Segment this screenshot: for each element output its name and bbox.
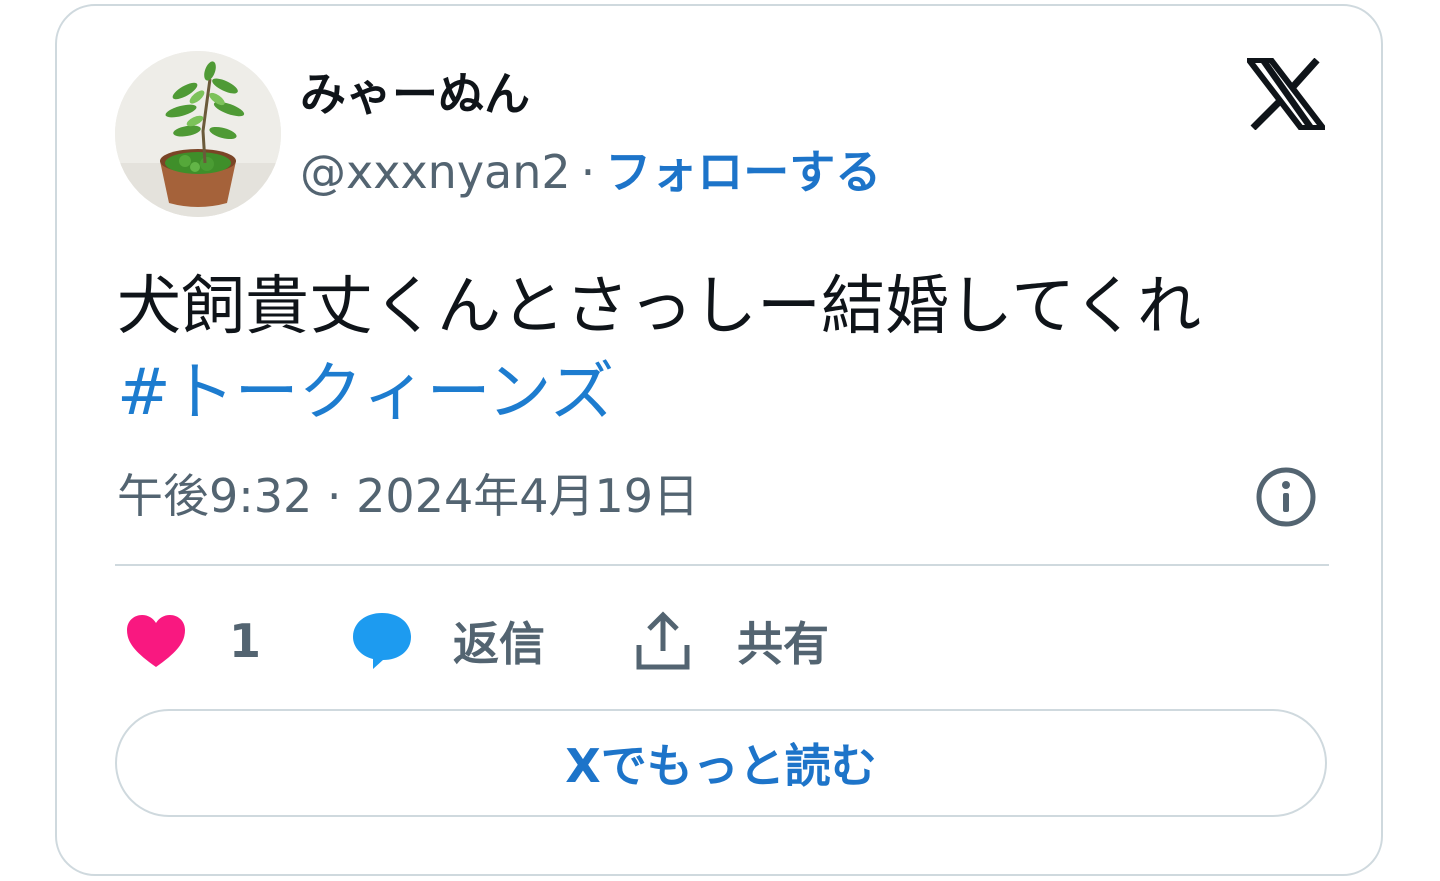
divider — [115, 564, 1329, 566]
action-bar: 1 返信 共有 — [125, 606, 1025, 676]
read-more-button[interactable]: Xでもっと読む — [115, 709, 1327, 817]
like-count: 1 — [229, 614, 262, 668]
author-handle[interactable]: @xxxnyan2 — [300, 145, 571, 199]
author-handle-row: @xxxnyan2 · フォローする — [300, 142, 881, 202]
tweet-text: 犬飼貴丈くんとさっしー結婚してくれ #トークィーンズ — [117, 264, 1337, 436]
reply-label: 返信 — [453, 617, 545, 671]
heart-icon — [127, 615, 185, 667]
like-button[interactable]: 1 — [125, 606, 261, 676]
tweet-body: 犬飼貴丈くんとさっしー結婚してくれ — [117, 270, 1202, 344]
upload-icon — [636, 611, 690, 670]
share-label: 共有 — [737, 617, 829, 671]
author-display-name[interactable]: みゃーぬん — [300, 66, 530, 122]
tweet-card: みゃーぬん @xxxnyan2 · フォローする 犬飼貴丈くんとさっしー結婚してくれ… — [55, 4, 1383, 876]
avatar-plant-image — [115, 51, 281, 217]
share-button[interactable]: 共有 — [635, 606, 829, 676]
info-icon[interactable] — [1255, 466, 1317, 528]
follow-button[interactable]: フォローする — [605, 145, 881, 199]
hashtag-link[interactable]: #トークィーンズ — [117, 350, 1337, 436]
speech-bubble-icon — [353, 613, 411, 669]
avatar[interactable] — [115, 51, 281, 217]
separator-dot: · — [580, 145, 596, 199]
reply-button[interactable]: 返信 — [351, 606, 545, 676]
x-logo-icon[interactable] — [1242, 57, 1330, 131]
tweet-timestamp[interactable]: 午後9:32 · 2024年4月19日 — [117, 466, 699, 526]
